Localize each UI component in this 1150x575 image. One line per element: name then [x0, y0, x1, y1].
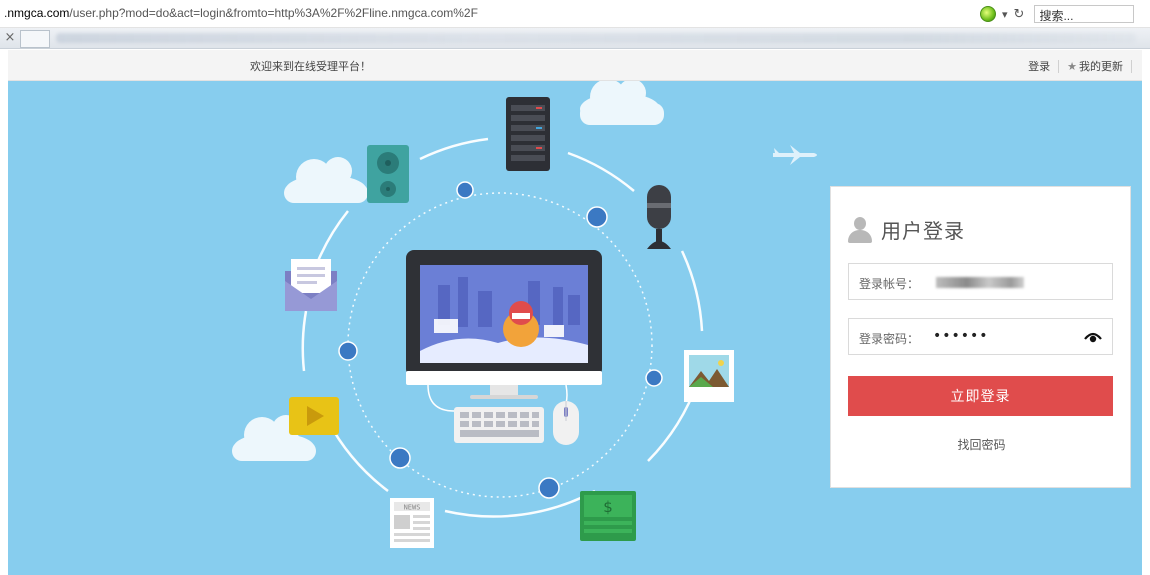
login-panel: 用户登录 登录帐号： 登录密码： •••••• 立即登录 找回密码	[830, 186, 1131, 488]
ie-icon[interactable]	[980, 6, 996, 22]
mouse-icon	[553, 384, 579, 445]
tab-strip: ×	[0, 28, 1150, 49]
account-field[interactable]: 登录帐号：	[848, 263, 1113, 300]
newspaper-banner: NEWS	[404, 504, 421, 512]
close-icon[interactable]: ×	[0, 28, 20, 49]
computer-icon	[406, 250, 602, 399]
video-icon	[289, 397, 339, 435]
keyboard-icon	[427, 384, 544, 443]
speaker-icon	[367, 145, 409, 203]
microphone-icon	[647, 185, 671, 249]
money-symbol: $	[603, 498, 613, 516]
eye-icon[interactable]	[1084, 330, 1102, 344]
newspaper-icon: NEWS	[390, 498, 434, 548]
airplane-icon	[773, 145, 817, 165]
forgot-password-link[interactable]: 找回密码	[831, 436, 1132, 453]
welcome-text: 欢迎来到在线受理平台！	[250, 60, 371, 73]
picture-icon	[684, 350, 734, 402]
user-icon	[847, 216, 873, 243]
password-label: 登录密码：	[859, 332, 920, 346]
browser-tab[interactable]	[20, 30, 50, 48]
account-label: 登录帐号：	[859, 277, 920, 291]
login-title: 用户登录	[881, 219, 965, 243]
my-updates-label: 我的更新	[1079, 60, 1123, 73]
login-header: 用户登录	[847, 215, 965, 244]
browser-controls: ▾ ↻ 搜索...	[980, 5, 1135, 23]
site-topbar: 欢迎来到在线受理平台！ 登录 ★ 我的更新	[8, 50, 1142, 81]
top-links: 登录 ★ 我的更新	[1020, 58, 1132, 74]
browser-address-bar: .nmgca.com/user.php?mod=do&act=login&fro…	[0, 0, 1150, 28]
my-updates-link[interactable]: ★ 我的更新	[1059, 58, 1131, 74]
url-path: /user.php?mod=do&act=login&fromto=http%3…	[69, 6, 478, 20]
login-link[interactable]: 登录	[1020, 58, 1058, 74]
account-value-redacted	[936, 277, 1024, 288]
password-field[interactable]: 登录密码： ••••••	[848, 318, 1113, 355]
refresh-icon[interactable]: ↻	[1014, 7, 1025, 22]
star-icon: ★	[1067, 60, 1077, 73]
url-domain: nmgca.com	[7, 6, 70, 20]
cloud-icon	[284, 157, 368, 203]
blurred-tabs	[56, 33, 1136, 43]
mail-icon	[285, 259, 337, 311]
password-value: ••••••	[933, 328, 989, 344]
server-icon	[506, 97, 550, 171]
dropdown-icon[interactable]: ▾	[1002, 8, 1008, 21]
divider	[1131, 59, 1132, 73]
url-text[interactable]: .nmgca.com/user.php?mod=do&act=login&fro…	[4, 6, 478, 20]
login-button[interactable]: 立即登录	[848, 376, 1113, 416]
money-icon: $	[580, 491, 636, 541]
cloud-icon	[580, 81, 664, 125]
browser-search-input[interactable]: 搜索...	[1034, 5, 1135, 23]
